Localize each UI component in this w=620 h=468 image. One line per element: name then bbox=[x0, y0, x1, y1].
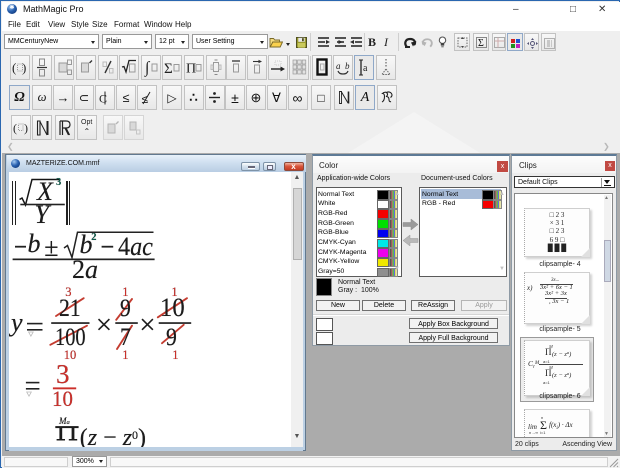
svg-text:Σ: Σ bbox=[478, 38, 484, 48]
svg-text:a: a bbox=[336, 61, 341, 71]
svg-text:a: a bbox=[363, 63, 368, 74]
svg-text:∫: ∫ bbox=[144, 60, 151, 78]
svg-text:(: ( bbox=[13, 121, 17, 135]
svg-text:b: b bbox=[345, 61, 350, 71]
svg-text:Π: Π bbox=[186, 62, 196, 77]
svg-text:≤: ≤ bbox=[142, 92, 149, 105]
svg-text:Σ: Σ bbox=[164, 61, 173, 76]
svg-text:C: C bbox=[99, 91, 107, 105]
svg-text:(: ( bbox=[12, 60, 16, 75]
svg-text:): ) bbox=[24, 121, 28, 135]
